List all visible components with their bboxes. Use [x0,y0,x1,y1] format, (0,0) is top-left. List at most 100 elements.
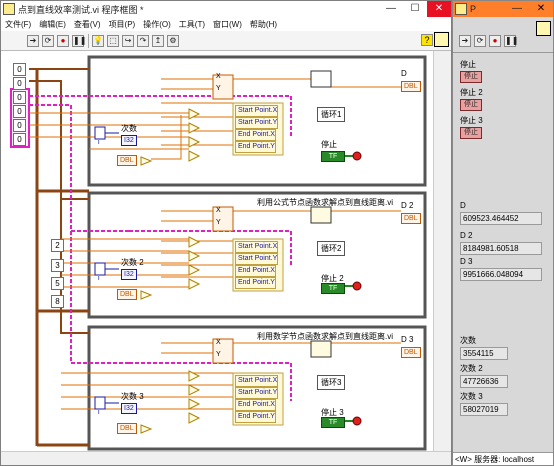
highlight-execution-icon[interactable]: 💡 [92,34,104,47]
array-element-1[interactable]: 0 [13,91,26,104]
d2-indicator-terminal[interactable]: DBL [401,213,421,224]
run-arrow-icon[interactable]: ➔ [27,34,39,47]
math-node-subvi [310,340,332,358]
panel-run-continuously-icon[interactable]: ⟳ [474,34,486,47]
x-input-1: X [216,73,221,80]
prop3-end-x[interactable]: End Point.X [235,399,276,411]
panel-status-bar: <W> 服务器: localhost [453,452,553,465]
panel-run-icon[interactable]: ➔ [459,34,471,47]
abort-icon[interactable]: ● [57,34,69,47]
top-constant-2[interactable]: 0 [13,77,26,90]
iteration-terminal-2: i [98,275,100,282]
prop1-end-x[interactable]: End Point.X [235,129,276,141]
count3-indicator: 58027019 [460,403,508,416]
const-8[interactable]: 8 [51,295,64,308]
panel-abort-icon[interactable]: ● [489,34,501,47]
panel-minimize-button[interactable]: — [505,1,529,17]
menu-edit[interactable]: 编辑(E) [35,19,70,30]
d3-indicator-label: D 3 [401,335,414,344]
stop1-terminal[interactable]: TF [321,151,345,162]
array-element-4[interactable]: 0 [13,133,26,146]
menu-project[interactable]: 项目(P) [105,19,140,30]
step-out-icon[interactable]: ↥ [152,34,164,47]
prop3-start-x[interactable]: Start Point.X [235,375,279,387]
minimize-button[interactable]: — [379,1,403,17]
panel-pause-icon[interactable]: ❚❚ [504,34,518,47]
step-into-icon[interactable]: ↪ [122,34,134,47]
stop2-button[interactable]: 停止 [460,99,482,111]
close-button[interactable]: ✕ [427,1,451,17]
stop1-label: 停止 [321,140,337,149]
prop3-end-y[interactable]: End Point.Y [235,411,276,423]
prop1-end-y[interactable]: End Point.Y [235,141,276,153]
diagram-title: 点到直线效率测试.vi 程序框图 * [18,4,144,15]
const-5[interactable]: 5 [51,277,64,290]
loop1-label: 循环1 [317,107,346,122]
loop3-label: 循环3 [317,375,346,390]
loop2-note: 利用公式节点函数求解点到直线距离.vi [257,198,393,207]
array-element-3[interactable]: 0 [13,119,26,132]
menu-view[interactable]: 查看(V) [70,19,105,30]
prop1-start-x[interactable]: Start Point.X [235,105,279,117]
count2-terminal[interactable]: I32 [121,269,137,280]
count1-label: 次数 [121,124,137,133]
const-2[interactable]: 2 [51,239,64,252]
menu-operate[interactable]: 操作(O) [139,19,175,30]
context-help-icon[interactable]: ? [421,34,433,46]
count3-label: 次数 3 [121,392,144,401]
stop1-button[interactable]: 停止 [460,71,482,83]
x-input-3: X [216,339,221,346]
panel-title-bar: P — ✕ [453,1,553,17]
y-input-2: Y [216,219,221,226]
distance-subvi-1 [310,70,332,88]
diagram-vertical-scrollbar[interactable] [433,51,451,451]
d3-panel-label: D 3 [460,257,473,266]
vi-connector-icon [434,32,449,47]
prop2-end-y[interactable]: End Point.Y [235,277,276,289]
step-over-icon[interactable]: ↷ [137,34,149,47]
retain-wire-values-icon[interactable]: ⬚ [107,34,119,47]
to-dbl-3: DBL [117,423,137,434]
cleanup-diagram-icon[interactable]: ⚙ [167,34,179,47]
const-3[interactable]: 3 [51,259,64,272]
menu-help[interactable]: 帮助(H) [246,19,281,30]
d2-indicator-label: D 2 [401,201,414,210]
d2-indicator: 8184981.60518 [460,242,542,255]
stop3-button[interactable]: 停止 [460,127,482,139]
diagram-horizontal-scrollbar[interactable] [1,451,451,465]
d-indicator-terminal[interactable]: DBL [401,81,421,92]
count1-terminal[interactable]: I32 [121,135,137,146]
d-indicator: 609523.464452 [460,212,542,225]
prop2-start-x[interactable]: Start Point.X [235,241,279,253]
d3-indicator-terminal[interactable]: DBL [401,347,421,358]
count1-indicator: 3554115 [460,347,508,360]
formula-node-subvi [310,206,332,224]
prop3-start-y[interactable]: Start Point.Y [235,387,279,399]
pause-icon[interactable]: ❚❚ [72,34,86,47]
count2-indicator: 47726636 [460,375,508,388]
to-dbl-2: DBL [117,289,137,300]
maximize-button[interactable]: ☐ [403,1,427,17]
stop3-terminal[interactable]: TF [321,417,345,428]
menu-file[interactable]: 文件(F) [1,19,35,30]
menu-tools[interactable]: 工具(T) [175,19,209,30]
panel-title: P [470,4,477,14]
prop2-end-x[interactable]: End Point.X [235,265,276,277]
block-diagram-window: 点到直线效率测试.vi 程序框图 * — ☐ ✕ 文件(F) 编辑(E) 查看(… [0,0,452,466]
menu-window[interactable]: 窗口(W) [209,19,246,30]
diagram-toolbar: ➔ ⟳ ● ❚❚ 💡 ⬚ ↪ ↷ ↥ ⚙ ? [1,31,451,51]
stop2-terminal[interactable]: TF [321,283,345,294]
prop1-start-y[interactable]: Start Point.Y [235,117,279,129]
array-element-2[interactable]: 0 [13,105,26,118]
front-panel-window: P — ✕ ➔ ⟳ ● ❚❚ 停止 停止 停止 2 停止 停止 3 停止 D 6… [452,0,554,466]
count3-terminal[interactable]: I32 [121,403,137,414]
prop2-start-y[interactable]: Start Point.Y [235,253,279,265]
top-constant-1[interactable]: 0 [13,63,26,76]
panel-vi-icon [536,21,551,36]
diagram-title-bar: 点到直线效率测试.vi 程序框图 * — ☐ ✕ [1,1,451,17]
panel-close-button[interactable]: ✕ [529,1,553,17]
wires-layer [10,55,427,451]
stop3-panel-label: 停止 3 [460,116,483,125]
count1-panel-label: 次数 [460,336,476,345]
run-continuously-icon[interactable]: ⟳ [42,34,54,47]
